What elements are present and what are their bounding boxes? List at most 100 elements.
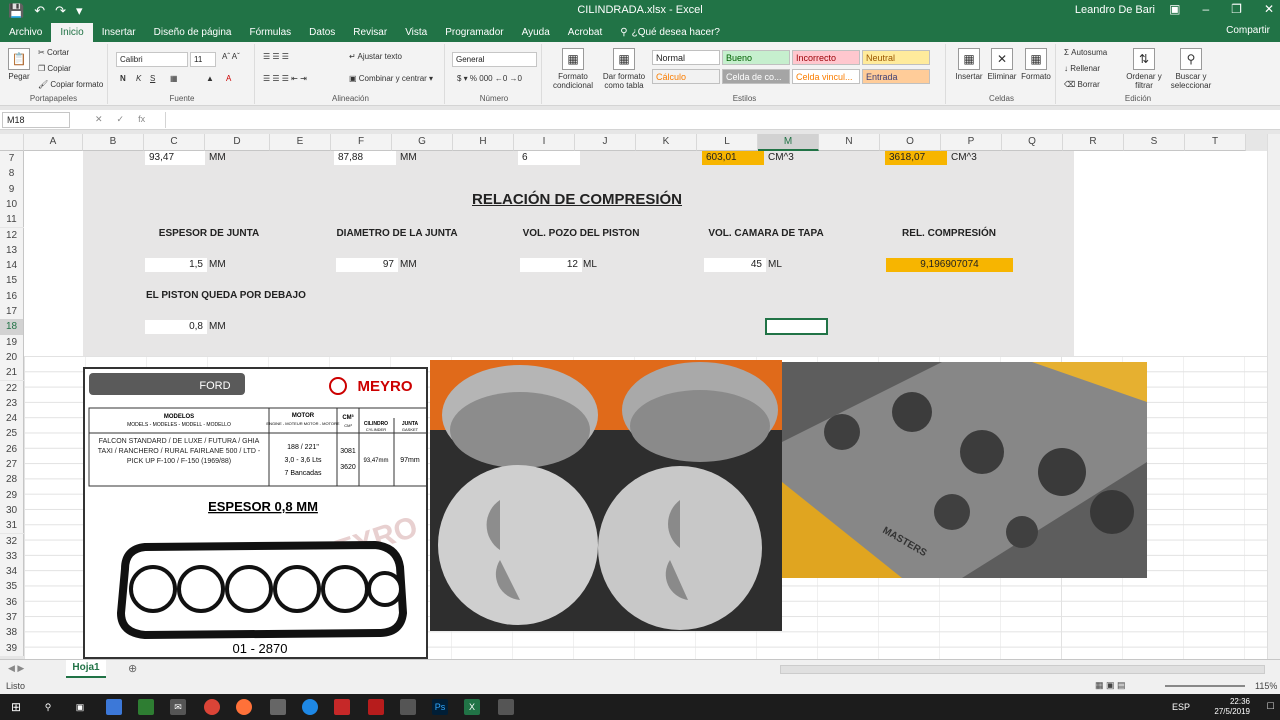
netflix-icon[interactable] — [334, 699, 350, 715]
cell-M14[interactable]: ML — [764, 258, 804, 272]
row-header-9[interactable]: 9 — [0, 181, 24, 197]
cell-F14[interactable]: 97 — [336, 258, 398, 272]
row-header-32[interactable]: 32 — [0, 533, 24, 549]
row-header-13[interactable]: 13 — [0, 242, 24, 259]
app-icon-2[interactable] — [302, 699, 318, 715]
cell-P7[interactable]: CM^3 — [947, 151, 1007, 165]
insert-cells-button[interactable]: ▦ Insertar — [954, 48, 984, 81]
formula-input[interactable] — [165, 112, 1270, 128]
font-size-select[interactable]: 11 — [190, 52, 216, 67]
column-header-q[interactable]: Q — [1002, 134, 1063, 151]
file-explorer-icon[interactable] — [106, 699, 122, 715]
row-header-21[interactable]: 21 — [0, 365, 24, 381]
cell-D18[interactable]: MM — [205, 320, 245, 334]
cut-button[interactable]: ✂ Cortar — [38, 48, 69, 57]
tab-archivo[interactable]: Archivo — [0, 23, 51, 42]
tab-datos[interactable]: Datos — [300, 23, 344, 42]
selected-cell-M18[interactable] — [765, 318, 828, 335]
row-header-37[interactable]: 37 — [0, 610, 24, 626]
row-header-30[interactable]: 30 — [0, 502, 24, 519]
cylinder-head-photo[interactable]: MASTERS — [782, 362, 1147, 578]
firefox-icon[interactable] — [236, 699, 252, 715]
column-header-e[interactable]: E — [270, 134, 331, 151]
row-header-7[interactable]: 7 — [0, 151, 24, 167]
row-header-16[interactable]: 16 — [0, 288, 24, 304]
merge-center-button[interactable]: ▣ Combinar y centrar ▾ — [349, 74, 433, 83]
row-header-22[interactable]: 22 — [0, 380, 24, 396]
bold-button[interactable]: N — [120, 74, 126, 83]
cell-O14[interactable]: 9,196907074 — [886, 258, 1013, 272]
wrap-text-button[interactable]: ↵ Ajustar texto — [349, 52, 402, 61]
tab-programador[interactable]: Programador — [436, 23, 512, 42]
tab-revisar[interactable]: Revisar — [344, 23, 396, 42]
maximize-button[interactable]: ❐ — [1231, 2, 1242, 16]
row-header-25[interactable]: 25 — [0, 426, 24, 442]
tell-me-search[interactable]: ⚲ ¿Qué desea hacer? — [611, 23, 729, 42]
search-icon[interactable]: ⚲ — [40, 699, 56, 715]
clear-button[interactable]: ⌫ Borrar — [1064, 80, 1100, 89]
chrome-icon[interactable] — [204, 699, 220, 715]
align-top-icon[interactable]: ☰ ☰ ☰ — [263, 52, 289, 61]
row-header-14[interactable]: 14 — [0, 258, 24, 274]
minimize-button[interactable]: – — [1202, 2, 1209, 16]
number-format-select[interactable]: General — [452, 52, 537, 67]
share-button[interactable]: Compartir — [1226, 25, 1270, 36]
cell-D14[interactable]: MM — [205, 258, 245, 272]
row-header-18[interactable]: 18 — [0, 319, 24, 335]
cell-I7[interactable]: 6 — [518, 151, 580, 165]
cell-C7[interactable]: 93,47 — [145, 151, 205, 165]
view-buttons[interactable]: ▦ ▣ ▤ — [1095, 680, 1126, 691]
row-header-31[interactable]: 31 — [0, 518, 24, 534]
horizontal-scrollbar[interactable] — [780, 665, 1265, 674]
row-header-23[interactable]: 23 — [0, 395, 24, 412]
row-header-8[interactable]: 8 — [0, 166, 24, 182]
store-icon[interactable] — [138, 699, 154, 715]
find-select-button[interactable]: ⚲ Buscar y seleccionar — [1168, 48, 1214, 90]
tab-inicio[interactable]: Inicio — [51, 23, 93, 42]
fill-color-icon[interactable]: ▲ — [206, 74, 214, 83]
cell-L7[interactable]: 603,01 — [702, 151, 764, 165]
underline-button[interactable]: S — [150, 74, 155, 83]
cell-D7[interactable]: MM — [205, 151, 265, 165]
style-bueno[interactable]: Bueno — [722, 50, 790, 65]
column-header-f[interactable]: F — [331, 134, 392, 151]
conditional-format-button[interactable]: ▦ Formato condicional — [550, 48, 596, 90]
row-header-33[interactable]: 33 — [0, 548, 24, 565]
cell-L14[interactable]: 45 — [704, 258, 766, 272]
font-color-icon[interactable]: A — [226, 74, 231, 83]
column-header-p[interactable]: P — [941, 134, 1002, 151]
app-icon-1[interactable] — [270, 699, 286, 715]
row-header-11[interactable]: 11 — [0, 212, 24, 228]
tab-insertar[interactable]: Insertar — [93, 23, 145, 42]
clock[interactable]: 22:36 27/5/2019 — [1214, 697, 1250, 717]
align-left-icon[interactable]: ☰ ☰ ☰ ⇤ ⇥ — [263, 74, 307, 83]
cell-C18[interactable]: 0,8 — [145, 320, 207, 334]
mail-icon[interactable]: ✉ — [170, 699, 186, 715]
font-grow-icon[interactable]: Aˆ Aˇ — [222, 52, 240, 61]
tab-ayuda[interactable]: Ayuda — [513, 23, 559, 42]
font-name-select[interactable]: Calibri — [116, 52, 188, 67]
sort-filter-button[interactable]: ⇅ Ordenar y filtrar — [1124, 48, 1164, 90]
paste-button[interactable]: 📋 Pegar — [4, 48, 34, 81]
excel-icon[interactable]: X — [464, 699, 480, 715]
column-header-k[interactable]: K — [636, 134, 697, 151]
border-icon[interactable]: ▦ — [170, 74, 178, 83]
vertical-scrollbar[interactable] — [1267, 134, 1280, 659]
gasket-catalog-image[interactable]: FORD MEYRO MODELOS MODELS - MODELES - MO… — [83, 367, 428, 659]
select-all-corner[interactable] — [0, 134, 24, 151]
style-incorrecto[interactable]: Incorrecto — [792, 50, 860, 65]
app-icon-4[interactable] — [400, 699, 416, 715]
zoom-level[interactable]: 115% — [1255, 681, 1277, 691]
row-header-26[interactable]: 26 — [0, 441, 24, 457]
format-painter-button[interactable]: 🖌 Copiar formato — [38, 80, 103, 89]
row-header-17[interactable]: 17 — [0, 304, 24, 320]
style-normal[interactable]: Normal — [652, 50, 720, 65]
column-header-s[interactable]: S — [1124, 134, 1185, 151]
style-celda-vinculada[interactable]: Celda vincul... — [792, 69, 860, 84]
close-button[interactable]: ✕ — [1264, 2, 1274, 16]
column-header-c[interactable]: C — [144, 134, 205, 151]
add-sheet-icon[interactable]: ⊕ — [128, 662, 137, 675]
enter-icon[interactable]: ✓ — [117, 114, 125, 125]
style-entrada[interactable]: Entrada — [862, 69, 930, 84]
row-header-10[interactable]: 10 — [0, 196, 24, 213]
